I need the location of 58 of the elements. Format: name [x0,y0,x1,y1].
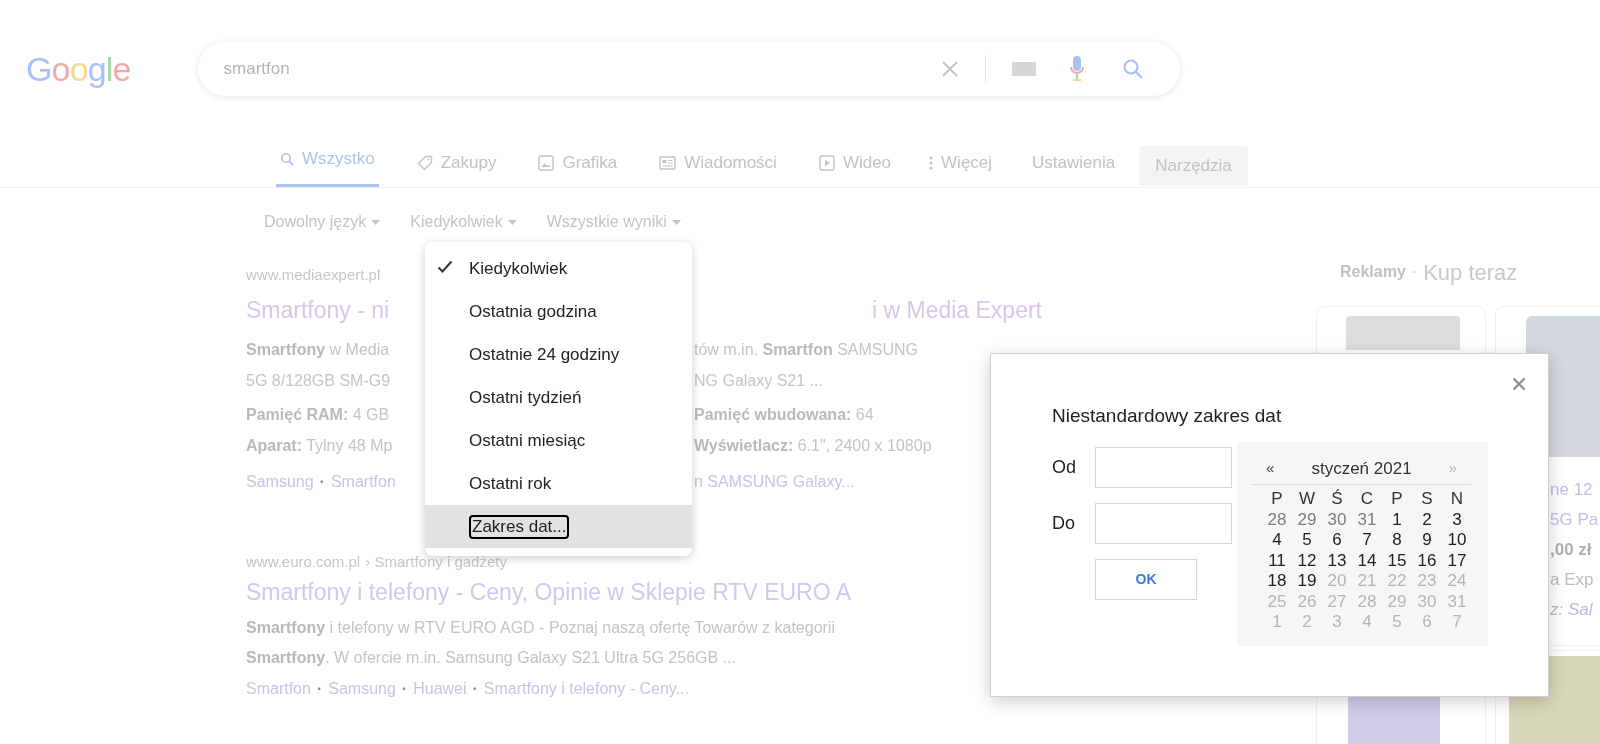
calendar-day: 29 [1292,509,1322,530]
weekday-label: C [1359,489,1375,510]
calendar-day: 28 [1262,509,1292,530]
calendar-day: 21 [1352,571,1382,592]
calendar-day: 7 [1442,612,1472,633]
result-url: www.mediaexpert.pl [246,266,381,283]
calendar-day: 30 [1322,509,1352,530]
calendar-day: 4 [1352,612,1382,633]
dialog-title: Niestandardowy zakres dat [1052,404,1282,428]
snippet-text: NG Galaxy S21 ... [694,370,823,391]
separator: · [1411,262,1418,282]
product-text: ,00 zł [1550,539,1593,561]
calendar-day: 2 [1292,612,1322,633]
breadcrumb: › Smartfony i gadżety [365,551,507,572]
snippet-text: Wyświetlacz: 6.1", 2400 x 1080p [694,435,932,456]
weekday-label: W [1297,489,1316,510]
calendar-day: 26 [1292,591,1322,612]
weekday-label: Ś [1330,489,1344,510]
calendar-day: 6 [1412,612,1442,633]
calendar-day: 28 [1352,591,1382,612]
snippet-text: Smartfony. W ofercie m.in. Samsung Galaxy S21 Ultra 5G 256GB ... [246,648,736,668]
link-separator: · [401,679,408,699]
calendar-day: 31 [1352,509,1382,530]
calendar-day: 1 [1262,612,1292,633]
product-text: ne 12 [1550,479,1594,501]
snippet-text: Smartfony w Media [246,340,390,358]
calendar-day: 22 [1382,571,1412,592]
calendar-day: 31 [1442,591,1472,612]
snippet-text: tów m.in. Smartfon SAMSUNG [694,339,919,360]
calendar-day: 5 [1382,612,1412,633]
weekday-label: S [1420,489,1434,510]
link-separator: · [472,679,478,699]
calendar-day: 23 [1412,571,1442,592]
snippet-text: Pamięć wbudowana: 64 [694,404,874,425]
snippet-text: Pamięć RAM: 4 GB [246,405,390,423]
weekday-label: N [1449,489,1465,510]
field-label: Od [1052,456,1077,479]
calendar-day: 20 [1322,571,1352,592]
calendar-day: 30 [1412,591,1442,612]
link-separator: · [316,679,323,699]
snippet-text: Aparat: Tylny 48 Mp [246,436,393,454]
field-label: Do [1052,512,1076,535]
calendar-day: 24 [1442,571,1472,592]
product-text: z: Sal [1550,599,1594,621]
weekday-label: P [1270,489,1284,510]
product-text: 5G Pa [1550,509,1600,531]
link-separator: · [319,472,325,492]
snippet-text: 5G 8/128GB SM-G9 [246,371,391,389]
result-url: www.euro.com.pl [246,551,361,572]
calendar-day: 27 [1322,591,1352,612]
weekday-label: P [1390,489,1404,510]
ads-label: Reklamy [1340,262,1406,282]
calendar-day: 29 [1382,591,1412,612]
calendar-day: 3 [1322,612,1352,633]
calendar-day: 25 [1262,591,1292,612]
month-label: styczeń 2021 [1311,457,1412,480]
product-text: a Exp [1550,569,1595,591]
snippet-text: Smartfony i telefony w RTV EURO AGD - Poznaj naszą ofertę Towarów z kategorii [246,618,835,638]
